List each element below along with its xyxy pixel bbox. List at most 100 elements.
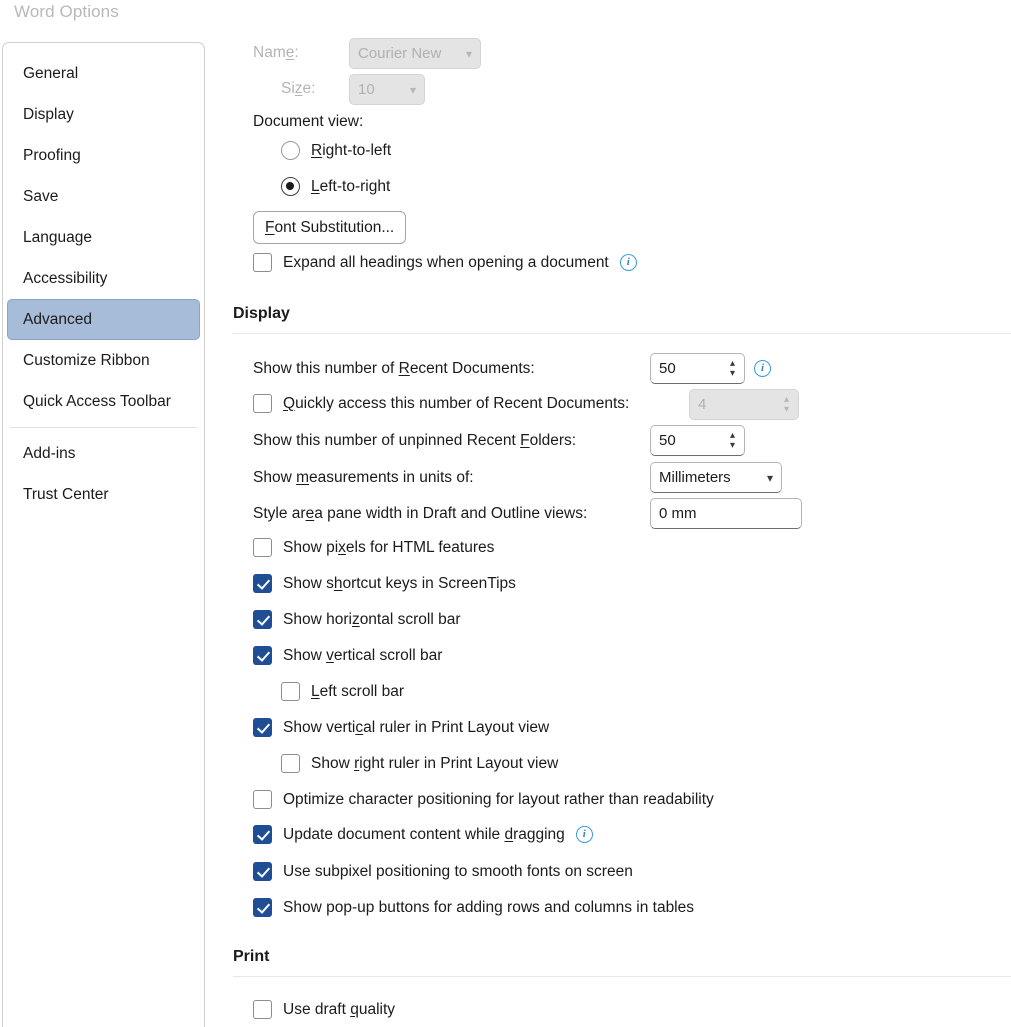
sidebar-item-label: Advanced bbox=[23, 310, 92, 328]
checkbox-indicator[interactable] bbox=[281, 754, 300, 773]
sidebar-item-add-ins[interactable]: Add-ins bbox=[7, 433, 200, 474]
checkbox-label: Show shortcut keys in ScreenTips bbox=[283, 574, 516, 592]
section-divider bbox=[233, 333, 1011, 334]
checkbox-indicator[interactable] bbox=[281, 682, 300, 701]
spinner-down-icon[interactable]: ▾ bbox=[730, 441, 735, 451]
document-view-label: Document view: bbox=[253, 113, 364, 130]
font-size-row: Size: bbox=[281, 81, 315, 97]
checkbox-indicator[interactable] bbox=[253, 790, 272, 809]
sidebar-item-label: Customize Ribbon bbox=[23, 351, 150, 369]
recent-documents-label: Show this number of Recent Documents: bbox=[253, 360, 535, 377]
sidebar-item-trust-center[interactable]: Trust Center bbox=[7, 474, 200, 515]
sidebar-item-display[interactable]: Display bbox=[7, 94, 200, 135]
checkbox-indicator[interactable] bbox=[253, 1000, 272, 1019]
quickly-access-value: 4 bbox=[698, 396, 707, 413]
sidebar-divider bbox=[10, 427, 197, 428]
font-name-dropdown[interactable]: Courier New ▾ bbox=[349, 38, 481, 69]
sidebar-item-label: Proofing bbox=[23, 146, 81, 164]
checkbox-indicator[interactable] bbox=[253, 574, 272, 593]
chevron-down-icon: ▾ bbox=[766, 470, 773, 485]
checkbox-use-subpixel-positioning[interactable]: Use subpixel positioning to smooth fonts… bbox=[253, 862, 633, 881]
checkbox-show-vertical-ruler[interactable]: Show vertical ruler in Print Layout view bbox=[253, 718, 549, 737]
checkbox-indicator[interactable] bbox=[253, 862, 272, 881]
recent-documents-spinner[interactable]: 50 ▴ ▾ bbox=[650, 353, 745, 384]
checkbox-show-shortcut-keys[interactable]: Show shortcut keys in ScreenTips bbox=[253, 574, 516, 593]
checkbox-left-scroll-bar[interactable]: Left scroll bar bbox=[281, 682, 404, 701]
checkbox-show-vertical-scroll-bar[interactable]: Show vertical scroll bar bbox=[253, 646, 442, 665]
font-substitution-button-label: Font Substitution... bbox=[265, 218, 395, 236]
radio-indicator[interactable] bbox=[281, 177, 300, 196]
checkbox-label: Update document content while dragging bbox=[283, 825, 565, 843]
sidebar-item-advanced[interactable]: Advanced bbox=[7, 299, 200, 340]
font-name-row: Name: bbox=[253, 45, 299, 61]
recent-folders-value: 50 bbox=[659, 432, 676, 449]
checkbox-label: Show vertical ruler in Print Layout view bbox=[283, 718, 550, 736]
font-name-value: Courier New bbox=[358, 45, 442, 62]
recent-documents-value: 50 bbox=[659, 360, 676, 377]
recent-folders-spinner[interactable]: 50 ▴ ▾ bbox=[650, 425, 745, 456]
spinner-up-icon[interactable]: ▴ bbox=[730, 431, 735, 441]
radio-left-to-right[interactable]: Left-to-right bbox=[281, 177, 390, 196]
style-area-pane-input[interactable]: 0 mm bbox=[650, 498, 802, 529]
checkbox-label: Left scroll bar bbox=[311, 682, 405, 700]
checkbox-indicator[interactable] bbox=[253, 394, 272, 413]
spinner-arrows[interactable]: ▴ ▾ bbox=[730, 431, 735, 451]
checkbox-quickly-access-recent-documents[interactable]: Quickly access this number of Recent Doc… bbox=[253, 394, 629, 413]
checkbox-label: Use subpixel positioning to smooth fonts… bbox=[283, 862, 633, 880]
sidebar-item-language[interactable]: Language bbox=[7, 217, 200, 258]
chevron-down-icon: ▾ bbox=[409, 82, 416, 97]
sidebar-item-proofing[interactable]: Proofing bbox=[7, 135, 200, 176]
checkbox-label: Show vertical scroll bar bbox=[283, 646, 443, 664]
measurement-units-dropdown[interactable]: Millimeters ▾ bbox=[650, 462, 782, 493]
checkbox-use-draft-quality[interactable]: Use draft quality bbox=[253, 1000, 395, 1019]
checkbox-show-horizontal-scroll-bar[interactable]: Show horizontal scroll bar bbox=[253, 610, 460, 629]
checkbox-expand-all-headings[interactable]: Expand all headings when opening a docum… bbox=[253, 253, 637, 272]
spinner-arrows[interactable]: ▴ ▾ bbox=[730, 359, 735, 379]
sidebar-item-customize-ribbon[interactable]: Customize Ribbon bbox=[7, 340, 200, 381]
checkbox-label: Quickly access this number of Recent Doc… bbox=[283, 394, 630, 412]
dialog-title: Word Options bbox=[14, 2, 119, 21]
sidebar-item-save[interactable]: Save bbox=[7, 176, 200, 217]
radio-label: Right-to-left bbox=[311, 141, 392, 159]
font-substitution-button[interactable]: Font Substitution... bbox=[253, 211, 407, 244]
sidebar-item-quick-access-toolbar[interactable]: Quick Access Toolbar bbox=[7, 381, 200, 422]
radio-indicator[interactable] bbox=[281, 141, 300, 160]
font-size-dropdown[interactable]: 10 ▾ bbox=[349, 74, 425, 105]
info-icon[interactable]: i bbox=[575, 826, 593, 843]
checkbox-indicator[interactable] bbox=[253, 825, 272, 844]
section-divider bbox=[233, 976, 1011, 977]
options-content-pane: Name: Courier New ▾ Size: 10 ▾ Document … bbox=[233, 0, 1011, 1027]
spinner-up-icon[interactable]: ▴ bbox=[730, 359, 735, 369]
font-size-value: 10 bbox=[358, 81, 375, 98]
radio-right-to-left[interactable]: Right-to-left bbox=[281, 141, 391, 160]
info-icon[interactable]: i bbox=[619, 254, 637, 271]
checkbox-indicator[interactable] bbox=[253, 538, 272, 557]
sidebar-item-accessibility[interactable]: Accessibility bbox=[7, 258, 200, 299]
quickly-access-spinner: 4 ▴ ▾ bbox=[689, 389, 799, 420]
checkbox-show-pixels-html[interactable]: Show pixels for HTML features bbox=[253, 538, 494, 557]
checkbox-label: Show right ruler in Print Layout view bbox=[311, 754, 559, 772]
sidebar-item-label: Accessibility bbox=[23, 269, 108, 287]
checkbox-label: Expand all headings when opening a docum… bbox=[283, 253, 609, 271]
sidebar-item-label: Save bbox=[23, 187, 59, 205]
sidebar-item-label: Display bbox=[23, 105, 74, 123]
checkbox-indicator[interactable] bbox=[253, 610, 272, 629]
checkbox-show-popup-buttons[interactable]: Show pop-up buttons for adding rows and … bbox=[253, 898, 694, 917]
checkbox-optimize-character-positioning[interactable]: Optimize character positioning for layou… bbox=[253, 790, 714, 809]
recent-folders-label: Show this number of unpinned Recent Fold… bbox=[253, 432, 577, 449]
checkbox-indicator[interactable] bbox=[253, 646, 272, 665]
sidebar-item-general[interactable]: General bbox=[7, 53, 200, 94]
style-area-pane-label: Style area pane width in Draft and Outli… bbox=[253, 505, 588, 522]
checkbox-indicator[interactable] bbox=[253, 898, 272, 917]
checkbox-indicator[interactable] bbox=[253, 718, 272, 737]
measurement-units-value: Millimeters bbox=[659, 469, 731, 486]
info-icon[interactable]: i bbox=[754, 360, 771, 377]
options-sidebar: General Display Proofing Save Language A… bbox=[2, 42, 205, 1027]
checkbox-show-right-ruler[interactable]: Show right ruler in Print Layout view bbox=[281, 754, 558, 773]
checkbox-label: Show horizontal scroll bar bbox=[283, 610, 461, 628]
sidebar-item-label: Trust Center bbox=[23, 485, 109, 503]
checkbox-indicator[interactable] bbox=[253, 253, 272, 272]
spinner-down-icon[interactable]: ▾ bbox=[730, 369, 735, 379]
style-area-pane-value: 0 mm bbox=[659, 505, 697, 522]
checkbox-update-document-content-while-dragging[interactable]: Update document content while dragging i bbox=[253, 825, 593, 844]
